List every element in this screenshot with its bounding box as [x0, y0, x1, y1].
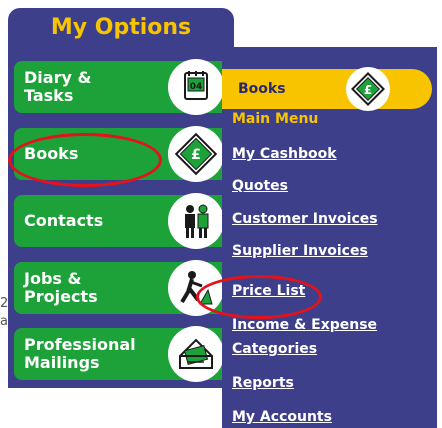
option-books[interactable]: Books £ — [14, 126, 224, 182]
svg-text:£: £ — [191, 147, 201, 163]
mailbox-icon — [168, 326, 224, 382]
main-menu-heading: Main Menu — [232, 111, 319, 127]
people-icon — [168, 193, 224, 249]
link-my-cashbook[interactable]: My Cashbook — [232, 146, 337, 162]
link-reports[interactable]: Reports — [232, 375, 294, 391]
worker-icon — [168, 260, 224, 316]
panel-title: My Options — [50, 15, 192, 40]
pound-diamond-icon: £ — [346, 67, 390, 111]
option-jobs-projects[interactable]: Jobs & Projects — [14, 260, 224, 316]
option-label: Contacts — [24, 211, 104, 230]
link-quotes[interactable]: Quotes — [232, 178, 288, 194]
option-contacts[interactable]: Contacts — [14, 193, 224, 249]
my-options-panel: My Options Diary & Tasks 04 Books £ Cont… — [8, 8, 234, 388]
link-categories[interactable]: Categories — [232, 341, 317, 357]
link-my-accounts[interactable]: My Accounts — [232, 409, 332, 425]
link-supplier-invoices[interactable]: Supplier Invoices — [232, 243, 368, 259]
option-label: Professional Mailings — [24, 335, 136, 372]
option-professional-mailings[interactable]: Professional Mailings — [14, 326, 224, 382]
link-income-expense[interactable]: Income & Expense — [232, 317, 377, 333]
option-label: Books — [24, 144, 79, 163]
active-section-label: Books — [238, 81, 286, 97]
svg-text:£: £ — [364, 83, 372, 97]
link-customer-invoices[interactable]: Customer Invoices — [232, 211, 378, 227]
active-section-bar: Books £ — [222, 67, 432, 111]
svg-text:04: 04 — [190, 82, 203, 92]
option-diary-tasks[interactable]: Diary & Tasks 04 — [14, 59, 224, 115]
link-price-list[interactable]: Price List — [232, 283, 305, 299]
books-submenu-panel: Books £ Main Menu My Cashbook Quotes Cus… — [222, 47, 437, 428]
pound-diamond-icon: £ — [168, 126, 224, 182]
calendar-icon: 04 — [168, 59, 224, 115]
option-label: Diary & Tasks — [24, 68, 92, 105]
option-label: Jobs & Projects — [24, 269, 98, 306]
